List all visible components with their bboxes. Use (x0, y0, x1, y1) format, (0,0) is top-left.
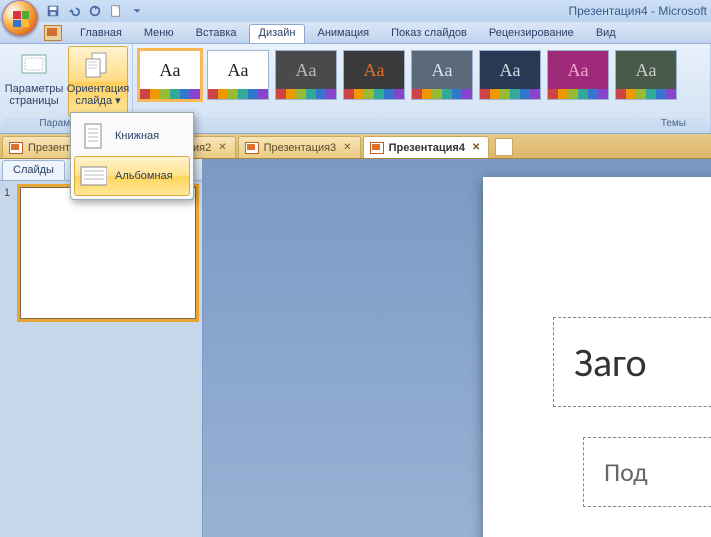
page-setup-label: Параметры страницы (5, 83, 64, 107)
theme-thumbnail[interactable]: Aa (139, 50, 201, 100)
theme-thumbnail[interactable]: Aa (479, 50, 541, 100)
orientation-icon (82, 49, 114, 81)
theme-thumbnail[interactable]: Aa (615, 50, 677, 100)
new-icon[interactable] (107, 2, 125, 20)
portrait-label: Книжная (115, 130, 159, 142)
slide-editor[interactable]: Заго Под (203, 159, 711, 537)
window-title: Презентация4 - Microsoft (569, 4, 708, 18)
title-placeholder[interactable]: Заго (553, 317, 711, 407)
group-themes-label: Темы (137, 117, 706, 133)
slide-canvas[interactable]: Заго Под (483, 177, 711, 537)
tab-menu[interactable]: Меню (134, 24, 184, 42)
close-icon[interactable]: ✕ (470, 142, 482, 153)
tab-insert[interactable]: Вставка (186, 24, 247, 42)
orientation-portrait[interactable]: Книжная (74, 116, 190, 156)
close-icon[interactable]: ✕ (341, 142, 353, 153)
theme-thumbnail[interactable]: Aa (343, 50, 405, 100)
page-setup-icon (18, 49, 50, 81)
orientation-landscape[interactable]: Альбомная (74, 156, 190, 196)
tab-review[interactable]: Рецензирование (479, 24, 584, 42)
ribbon-group-themes: AaAaAaAaAaAaAaAa Темы (133, 44, 711, 133)
theme-thumbnail[interactable]: Aa (411, 50, 473, 100)
slide-number: 1 (4, 187, 16, 319)
theme-thumbnail[interactable]: Aa (207, 50, 269, 100)
subtitle-placeholder[interactable]: Под (583, 437, 711, 507)
tab-home[interactable]: Главная (70, 24, 132, 42)
orientation-dropdown: Книжная Альбомная (70, 112, 194, 200)
powerpoint-icon (245, 142, 259, 154)
slide-thumbnail[interactable] (20, 187, 196, 319)
slides-panel: Слайды 1 (0, 159, 203, 537)
portrait-icon (79, 121, 107, 151)
orientation-button[interactable]: Ориентация слайда ▾ (68, 46, 128, 117)
chevron-down-icon: ▾ (112, 95, 121, 107)
tab-strip: Главная Меню Вставка Дизайн Анимация Пок… (0, 22, 711, 44)
doc-tab-active[interactable]: Презентация4✕ (363, 136, 490, 158)
close-icon[interactable]: ✕ (216, 142, 228, 153)
tab-view[interactable]: Вид (586, 24, 626, 42)
landscape-icon (79, 161, 107, 191)
powerpoint-icon (44, 25, 62, 41)
page-setup-button[interactable]: Параметры страницы (4, 46, 64, 117)
slides-tab[interactable]: Слайды (2, 160, 65, 180)
tab-slideshow[interactable]: Показ слайдов (381, 24, 477, 42)
landscape-label: Альбомная (115, 170, 173, 182)
tab-design[interactable]: Дизайн (249, 24, 306, 43)
quick-access-toolbar (44, 2, 146, 20)
save-icon[interactable] (44, 2, 62, 20)
new-doc-button[interactable] (495, 138, 513, 156)
powerpoint-icon (9, 142, 23, 154)
tab-animation[interactable]: Анимация (307, 24, 379, 42)
redo-icon[interactable] (86, 2, 104, 20)
thumbnails: 1 (0, 181, 202, 537)
doc-tab[interactable]: Презентация3✕ (238, 136, 361, 158)
undo-icon[interactable] (65, 2, 83, 20)
workspace: Слайды 1 Заго Под (0, 159, 711, 537)
powerpoint-icon (370, 142, 384, 154)
title-bar: Презентация4 - Microsoft (0, 0, 711, 22)
qat-more-icon[interactable] (128, 2, 146, 20)
orientation-label: Ориентация слайда ▾ (67, 83, 129, 107)
office-button[interactable] (2, 0, 38, 36)
theme-thumbnail[interactable]: Aa (547, 50, 609, 100)
theme-thumbnail[interactable]: Aa (275, 50, 337, 100)
